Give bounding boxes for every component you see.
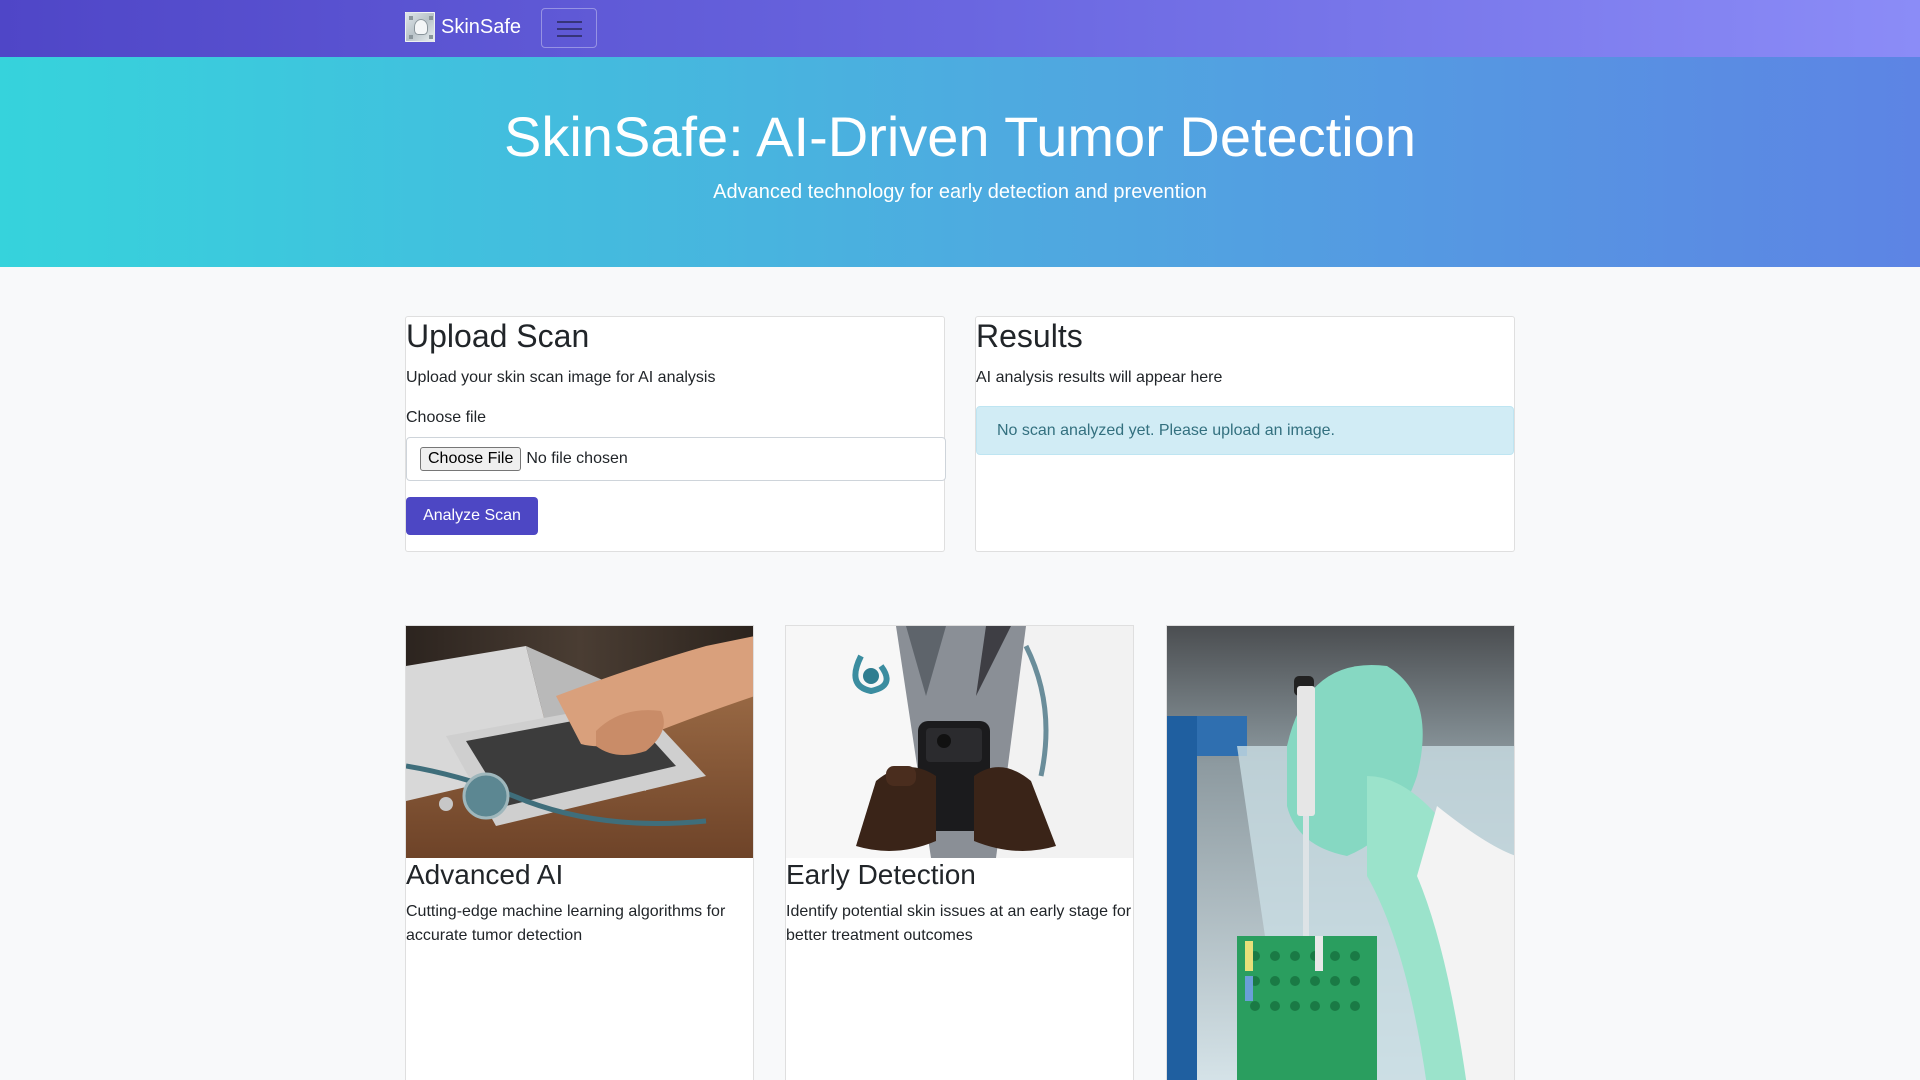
hamburger-menu-icon (557, 21, 582, 37)
brand-link[interactable]: SkinSafe (405, 12, 521, 42)
feature-description: Identify potential skin issues at an ear… (786, 903, 1132, 944)
analyze-scan-button[interactable]: Analyze Scan (406, 497, 538, 535)
hero-banner: SkinSafe: AI-Driven Tumor Detection Adva… (0, 57, 1920, 267)
doctor-phone-image (786, 626, 1133, 858)
laptop-stethoscope-image (406, 626, 753, 858)
hero-title: SkinSafe: AI-Driven Tumor Detection (504, 105, 1416, 168)
navbar-toggle-button[interactable] (541, 8, 597, 48)
upload-description: Upload your skin scan image for AI analy… (406, 369, 716, 386)
hero-subtitle: Advanced technology for early detection … (713, 181, 1207, 203)
choose-file-button[interactable]: Choose File (420, 447, 522, 471)
results-card: Results AI analysis results will appear … (975, 316, 1515, 552)
feature-title: Early Detection (786, 859, 976, 890)
upload-card: Upload Scan Upload your skin scan image … (405, 316, 946, 552)
skin-scan-logo-icon (405, 12, 435, 42)
feature-title: Advanced AI (406, 859, 564, 890)
results-title: Results (976, 318, 1083, 354)
file-status-text: No file chosen (526, 450, 628, 467)
feature-card-early-detection: Early Detection Identify potential skin … (785, 625, 1134, 1080)
feature-description: Cutting-edge machine learning algorithms… (406, 903, 726, 944)
results-description: AI analysis results will appear here (976, 369, 1223, 386)
results-alert: No scan analyzed yet. Please upload an i… (976, 406, 1514, 455)
feature-card-lab (1166, 625, 1515, 1080)
brand-name: SkinSafe (441, 15, 522, 38)
file-input[interactable]: Choose File No file chosen (406, 437, 946, 481)
navbar: SkinSafe (0, 0, 1920, 57)
lab-pipette-image (1167, 626, 1514, 1080)
upload-title: Upload Scan (406, 318, 590, 354)
feature-card-advanced-ai: Advanced AI Cutting-edge machine learnin… (405, 625, 754, 1080)
file-label: Choose file (406, 409, 487, 426)
